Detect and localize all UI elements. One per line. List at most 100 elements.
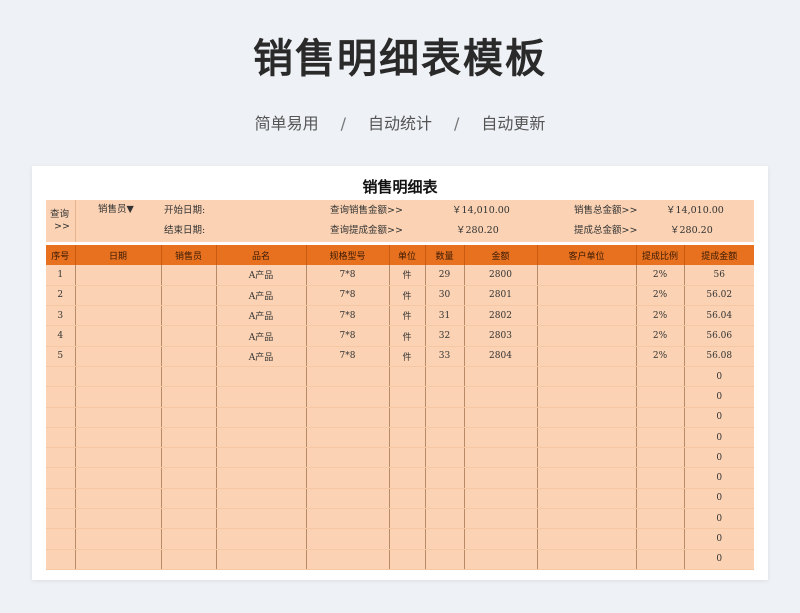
cell-col-salesperson[interactable] [161,549,217,570]
cell-col-customer[interactable] [537,386,637,408]
cell-col-unit[interactable]: 件 [389,265,426,286]
cell-col-unit[interactable]: 件 [389,285,426,307]
cell-col-customer[interactable] [537,447,637,469]
cell-col-quantity[interactable] [425,386,465,408]
cell-col-index[interactable] [46,386,76,408]
cell-col-spec[interactable] [306,467,390,489]
cell-col-salesperson[interactable] [161,265,217,286]
cell-col-product[interactable] [216,488,307,510]
cell-col-index[interactable] [46,366,76,388]
cell-col-product[interactable] [216,508,307,530]
cell-col-commission-amount[interactable]: 0 [684,386,754,408]
cell-col-commission-rate[interactable]: 2% [636,325,685,347]
cell-col-spec[interactable] [306,427,390,449]
cell-col-commission-rate[interactable]: 2% [636,346,685,367]
cell-col-quantity[interactable] [425,508,465,530]
cell-col-index[interactable] [46,488,76,510]
cell-col-date[interactable] [75,508,162,530]
cell-col-spec[interactable] [306,488,390,510]
cell-col-customer[interactable] [537,305,637,327]
cell-col-salesperson[interactable] [161,427,217,449]
cell-col-amount[interactable] [464,488,538,510]
cell-col-amount[interactable] [464,427,538,449]
cell-col-date[interactable] [75,305,162,327]
cell-col-salesperson[interactable] [161,467,217,489]
cell-col-quantity[interactable] [425,549,465,570]
cell-col-commission-rate[interactable] [636,508,685,530]
cell-col-product[interactable] [216,427,307,449]
cell-col-commission-amount[interactable]: 0 [684,508,754,530]
cell-col-quantity[interactable]: 32 [425,325,465,347]
header-col-commission-amount[interactable]: 提成金额 [684,245,754,265]
cell-col-quantity[interactable] [425,427,465,449]
cell-col-index[interactable]: 3 [46,305,76,327]
cell-col-spec[interactable] [306,386,390,408]
cell-col-commission-amount[interactable]: 0 [684,427,754,449]
cell-col-product[interactable] [216,407,307,428]
cell-col-unit[interactable] [389,386,426,408]
cell-col-product[interactable]: A产品 [216,346,307,367]
cell-col-index[interactable] [46,528,76,550]
cell-col-unit[interactable] [389,467,426,489]
cell-col-commission-rate[interactable]: 2% [636,265,685,286]
cell-col-date[interactable] [75,427,162,449]
cell-col-customer[interactable] [537,467,637,489]
cell-col-product[interactable]: A产品 [216,285,307,307]
cell-col-salesperson[interactable] [161,366,217,388]
cell-col-unit[interactable] [389,427,426,449]
cell-col-customer[interactable] [537,508,637,530]
cell-col-customer[interactable] [537,407,637,428]
cell-col-amount[interactable]: 2804 [464,346,538,367]
header-col-commission-rate[interactable]: 提成比例 [636,245,685,265]
cell-col-index[interactable] [46,549,76,570]
cell-col-quantity[interactable] [425,528,465,550]
cell-col-date[interactable] [75,325,162,347]
cell-col-product[interactable] [216,467,307,489]
header-col-unit[interactable]: 单位 [389,245,426,265]
salesperson-dropdown[interactable]: 销售员▼ [98,203,134,217]
cell-col-customer[interactable] [537,488,637,510]
cell-col-amount[interactable]: 2802 [464,305,538,327]
cell-col-spec[interactable]: 7*8 [306,265,390,286]
cell-col-unit[interactable]: 件 [389,325,426,347]
cell-col-commission-rate[interactable] [636,427,685,449]
cell-col-index[interactable]: 1 [46,265,76,286]
header-col-quantity[interactable]: 数量 [425,245,465,265]
cell-col-quantity[interactable] [425,467,465,489]
cell-col-amount[interactable] [464,549,538,570]
cell-col-index[interactable] [46,508,76,530]
cell-col-quantity[interactable]: 29 [425,265,465,286]
cell-col-commission-amount[interactable]: 56.08 [684,346,754,367]
cell-col-product[interactable] [216,447,307,469]
cell-col-quantity[interactable]: 30 [425,285,465,307]
cell-col-quantity[interactable] [425,488,465,510]
header-col-salesperson[interactable]: 销售员 [161,245,217,265]
cell-col-commission-amount[interactable]: 56.06 [684,325,754,347]
cell-col-index[interactable]: 2 [46,285,76,307]
cell-col-spec[interactable]: 7*8 [306,325,390,347]
cell-col-commission-amount[interactable]: 56 [684,265,754,286]
cell-col-quantity[interactable] [425,447,465,469]
cell-col-commission-rate[interactable] [636,549,685,570]
cell-col-commission-amount[interactable]: 0 [684,366,754,388]
cell-col-unit[interactable] [389,488,426,510]
cell-col-quantity[interactable] [425,407,465,428]
header-col-amount[interactable]: 金额 [464,245,538,265]
cell-col-quantity[interactable] [425,366,465,388]
cell-col-amount[interactable] [464,508,538,530]
cell-col-salesperson[interactable] [161,407,217,428]
cell-col-commission-amount[interactable]: 56.04 [684,305,754,327]
cell-col-commission-amount[interactable]: 0 [684,528,754,550]
cell-col-unit[interactable] [389,447,426,469]
cell-col-salesperson[interactable] [161,325,217,347]
cell-col-amount[interactable]: 2803 [464,325,538,347]
cell-col-index[interactable]: 5 [46,346,76,367]
cell-col-amount[interactable] [464,407,538,428]
cell-col-index[interactable]: 4 [46,325,76,347]
cell-col-index[interactable] [46,407,76,428]
header-col-spec[interactable]: 规格型号 [306,245,390,265]
cell-col-date[interactable] [75,467,162,489]
cell-col-product[interactable]: A产品 [216,265,307,286]
cell-col-commission-rate[interactable]: 2% [636,285,685,307]
cell-col-unit[interactable]: 件 [389,346,426,367]
